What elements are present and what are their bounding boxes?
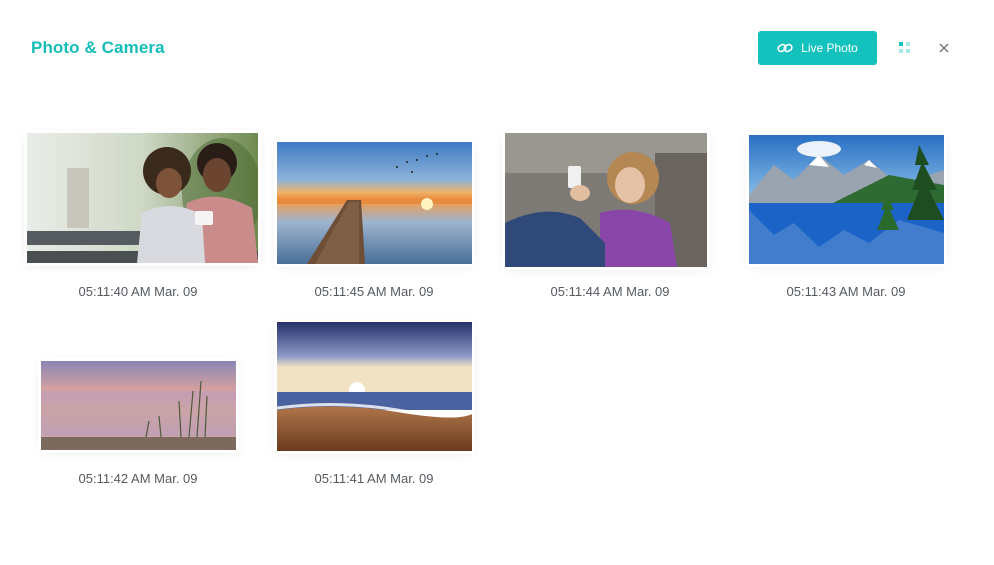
page-title: Photo & Camera <box>31 38 165 57</box>
photo-timestamp: 05:11:41 AM Mar. 09 <box>314 471 434 486</box>
link-icon <box>777 42 793 54</box>
photo-camera-panel: Photo & Camera Live Photo 05:11:40 AM Ma… <box>0 0 994 565</box>
photo-timestamp: 05:11:42 AM Mar. 09 <box>78 471 198 486</box>
photo-thumbnail[interactable] <box>505 133 707 267</box>
grid-icon[interactable] <box>898 41 912 55</box>
photo-thumbnail[interactable] <box>277 322 472 451</box>
photo-thumbnail[interactable] <box>749 135 944 264</box>
photo-timestamp: 05:11:43 AM Mar. 09 <box>786 284 906 299</box>
photo-timestamp: 05:11:40 AM Mar. 09 <box>78 284 198 299</box>
photo-timestamp: 05:11:45 AM Mar. 09 <box>314 284 434 299</box>
photo-thumbnail[interactable] <box>277 142 472 264</box>
live-photo-label: Live Photo <box>801 41 858 55</box>
photo-timestamp: 05:11:44 AM Mar. 09 <box>550 284 670 299</box>
photo-thumbnail[interactable] <box>41 361 236 450</box>
photo-thumbnail[interactable] <box>27 133 258 263</box>
live-photo-button[interactable]: Live Photo <box>758 31 877 65</box>
close-icon[interactable] <box>937 41 951 55</box>
